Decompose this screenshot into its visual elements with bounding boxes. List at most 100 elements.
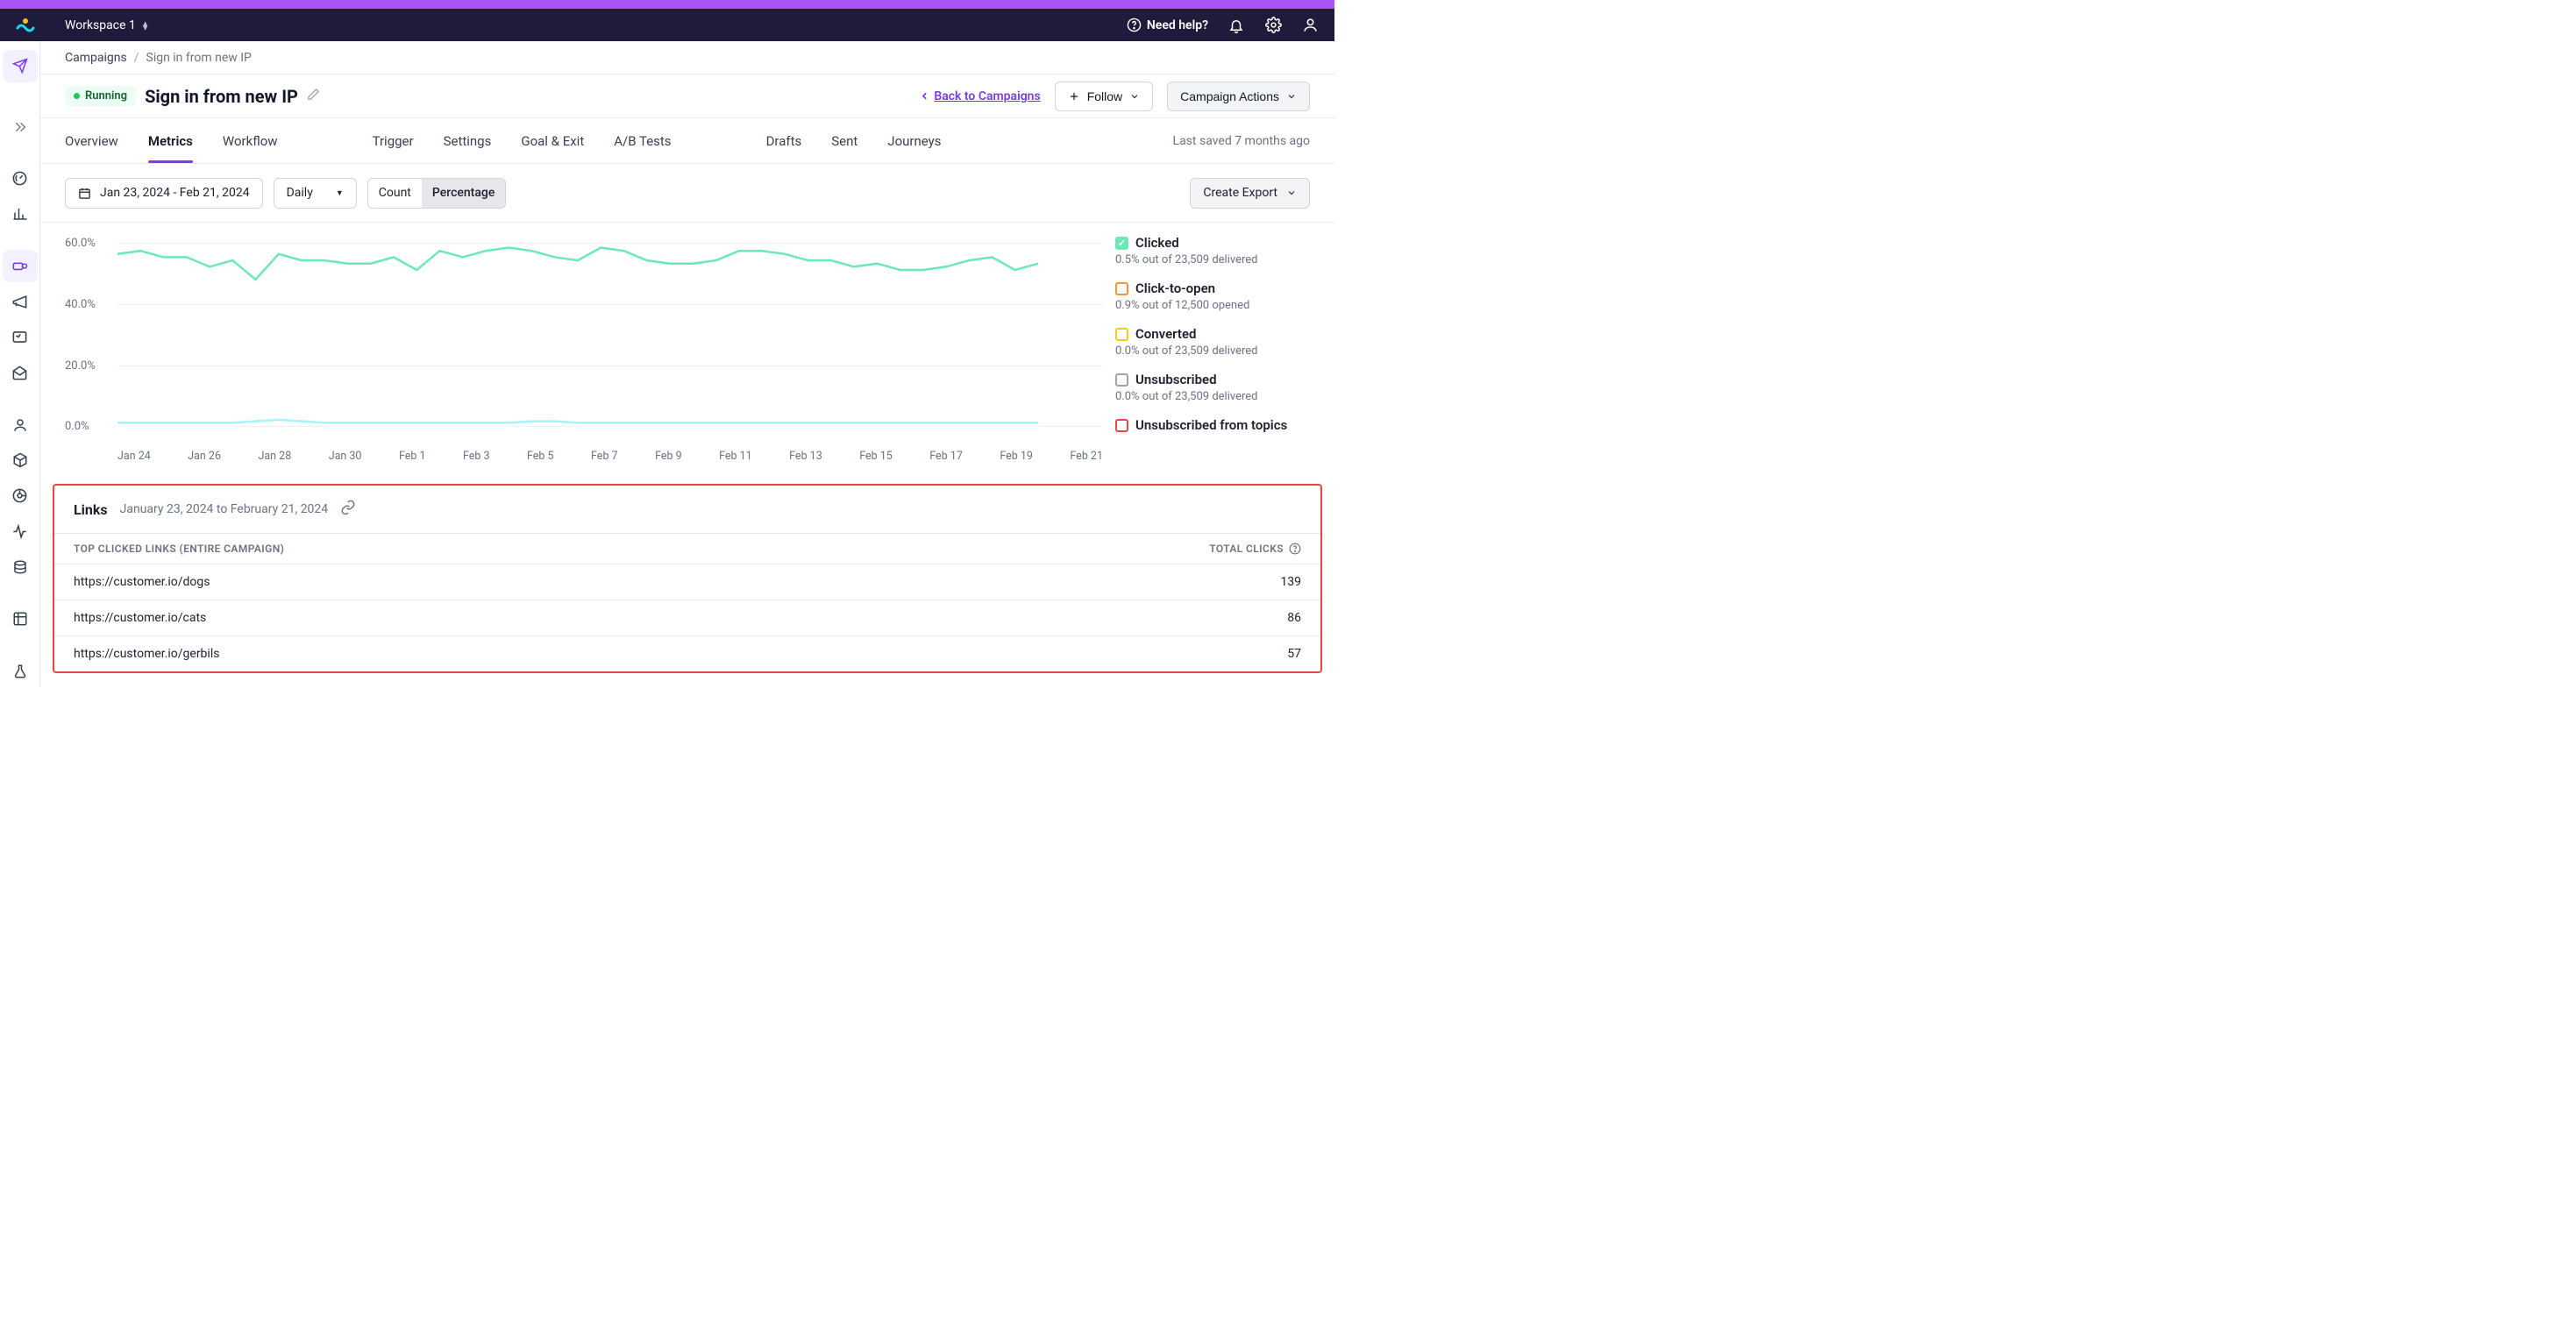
tab-ab-tests[interactable]: A/B Tests xyxy=(614,118,671,163)
count-percentage-toggle: Count Percentage xyxy=(367,178,507,209)
tab-drafts[interactable]: Drafts xyxy=(766,118,802,163)
profile-icon[interactable] xyxy=(1301,17,1319,34)
nav-delivery-icon[interactable] xyxy=(3,357,38,389)
legend-checkbox[interactable] xyxy=(1115,419,1128,432)
notifications-icon[interactable] xyxy=(1228,17,1245,34)
nav-objects-icon[interactable] xyxy=(3,444,38,477)
status-badge: Running xyxy=(65,86,136,106)
main-content: Campaigns / Sign in from new IP Running … xyxy=(40,41,1334,687)
xtick: Feb 9 xyxy=(655,450,682,463)
help-label: Need help? xyxy=(1147,18,1208,32)
xtick: Feb 21 xyxy=(1070,450,1103,463)
date-range-label: Jan 23, 2024 - Feb 21, 2024 xyxy=(100,186,250,200)
links-date-range: January 23, 2024 to February 21, 2024 xyxy=(120,502,329,516)
calendar-icon xyxy=(78,187,91,200)
xtick: Feb 11 xyxy=(719,450,752,463)
back-to-campaigns-link[interactable]: Back to Campaigns xyxy=(919,89,1040,103)
create-export-button[interactable]: Create Export xyxy=(1190,178,1310,209)
workspace-selector[interactable]: Workspace 1 ▴▾ xyxy=(65,18,147,32)
expand-sidebar-icon[interactable] xyxy=(3,110,38,143)
link-row[interactable]: https://customer.io/cats 86 xyxy=(54,600,1320,636)
nav-send-icon[interactable] xyxy=(3,50,38,82)
link-row[interactable]: https://customer.io/dogs139 xyxy=(54,564,1320,600)
edit-title-icon[interactable] xyxy=(307,88,320,104)
nav-campaigns-icon[interactable] xyxy=(3,250,38,282)
date-range-picker[interactable]: Jan 23, 2024 - Feb 21, 2024 xyxy=(65,178,263,209)
links-col-left: TOP CLICKED LINKS (ENTIRE CAMPAIGN) xyxy=(74,543,284,555)
breadcrumb: Campaigns / Sign in from new IP xyxy=(40,41,1334,75)
xtick: Jan 30 xyxy=(329,450,362,463)
legend-item[interactable]: Clicked0.5% out of 23,509 delivered xyxy=(1115,235,1310,266)
last-saved-label: Last saved 7 months ago xyxy=(1173,118,1310,163)
legend-label: Click-to-open xyxy=(1135,280,1215,296)
tab-overview[interactable]: Overview xyxy=(65,118,118,163)
legend-checkbox[interactable] xyxy=(1115,328,1128,341)
legend-item[interactable]: Unsubscribed 0.0% out of 23,509 delivered xyxy=(1115,372,1310,403)
nav-people-icon[interactable] xyxy=(3,408,38,441)
legend-checkbox[interactable] xyxy=(1115,373,1128,387)
chevron-down-icon xyxy=(1129,91,1140,102)
nav-dashboard-icon[interactable] xyxy=(3,163,38,195)
breadcrumb-parent[interactable]: Campaigns xyxy=(65,51,127,65)
tab-workflow[interactable]: Workflow xyxy=(223,118,278,163)
link-url: https://customer.io/cats xyxy=(74,611,206,625)
link-icon[interactable] xyxy=(340,500,356,519)
xtick: Feb 15 xyxy=(859,450,893,463)
link-count: 86 xyxy=(1287,611,1301,625)
xtick: Feb 5 xyxy=(527,450,554,463)
help-link[interactable]: Need help? xyxy=(1127,18,1208,32)
export-label: Create Export xyxy=(1203,186,1277,200)
settings-icon[interactable] xyxy=(1264,17,1282,34)
title-row: Running Sign in from new IP Back to Camp… xyxy=(40,75,1334,118)
metrics-chart: 60.0% 40.0% 20.0% 0.0% Jan 24Jan 26Jan 2… xyxy=(65,226,1103,463)
tab-journeys[interactable]: Journeys xyxy=(887,118,941,163)
help-circle-icon[interactable] xyxy=(1289,543,1301,555)
toolbar: Jan 23, 2024 - Feb 21, 2024 Daily ▼ Coun… xyxy=(40,164,1334,223)
nav-analytics-icon[interactable] xyxy=(3,198,38,231)
tab-goal-exit[interactable]: Goal & Exit xyxy=(521,118,584,163)
tab-sent[interactable]: Sent xyxy=(831,118,857,163)
legend-label: Clicked xyxy=(1135,235,1179,251)
legend-item[interactable]: Converted 0.0% out of 23,509 delivered xyxy=(1115,326,1310,358)
back-label: Back to Campaigns xyxy=(934,89,1040,103)
follow-label: Follow xyxy=(1087,89,1122,103)
nav-content-icon[interactable] xyxy=(3,603,38,635)
legend-label: Unsubscribed xyxy=(1135,372,1217,387)
ytick: 0.0% xyxy=(65,420,89,433)
nav-transactional-icon[interactable] xyxy=(3,322,38,354)
legend-subtext: 0.0% out of 23,509 delivered xyxy=(1115,344,1310,358)
workspace-name: Workspace 1 xyxy=(65,18,136,32)
follow-button[interactable]: Follow xyxy=(1055,82,1153,111)
interval-select[interactable]: Daily ▼ xyxy=(274,178,357,209)
link-url: https://customer.io/gerbils xyxy=(74,647,219,661)
legend-checkbox[interactable] xyxy=(1115,237,1128,250)
link-row[interactable]: https://customer.io/gerbils57 xyxy=(54,636,1320,671)
page-title: Sign in from new IP xyxy=(145,86,298,107)
legend-label: Converted xyxy=(1135,326,1197,342)
legend-item[interactable]: Unsubscribed from topics xyxy=(1115,417,1310,433)
toggle-count[interactable]: Count xyxy=(368,179,422,208)
xtick: Feb 3 xyxy=(463,450,490,463)
x-axis-labels: Jan 24Jan 26Jan 28Jan 30Feb 1Feb 3Feb 5F… xyxy=(117,450,1103,463)
campaign-actions-button[interactable]: Campaign Actions xyxy=(1167,82,1310,111)
legend-checkbox[interactable] xyxy=(1115,282,1128,295)
legend-subtext: 0.0% out of 23,509 delivered xyxy=(1115,390,1310,403)
legend-item[interactable]: Click-to-open0.9% out of 12,500 opened xyxy=(1115,280,1310,312)
links-col-right: TOTAL CLICKS xyxy=(1209,543,1284,555)
ytick: 20.0% xyxy=(65,359,96,373)
tab-settings[interactable]: Settings xyxy=(444,118,492,163)
toggle-percentage[interactable]: Percentage xyxy=(422,179,505,208)
ytick: 60.0% xyxy=(65,237,96,250)
tab-trigger[interactable]: Trigger xyxy=(373,118,414,163)
nav-segments-icon[interactable] xyxy=(3,480,38,513)
xtick: Feb 7 xyxy=(591,450,618,463)
chart-legend: Clicked0.5% out of 23,509 deliveredClick… xyxy=(1103,226,1310,463)
nav-data-icon[interactable] xyxy=(3,551,38,584)
tab-metrics[interactable]: Metrics xyxy=(148,118,193,163)
app-logo[interactable] xyxy=(16,16,35,35)
tabs: Overview Metrics Workflow Trigger Settin… xyxy=(40,118,1334,164)
xtick: Jan 26 xyxy=(188,450,221,463)
nav-broadcast-icon[interactable] xyxy=(3,286,38,318)
nav-activity-icon[interactable] xyxy=(3,515,38,548)
nav-experiments-icon[interactable] xyxy=(3,655,38,687)
